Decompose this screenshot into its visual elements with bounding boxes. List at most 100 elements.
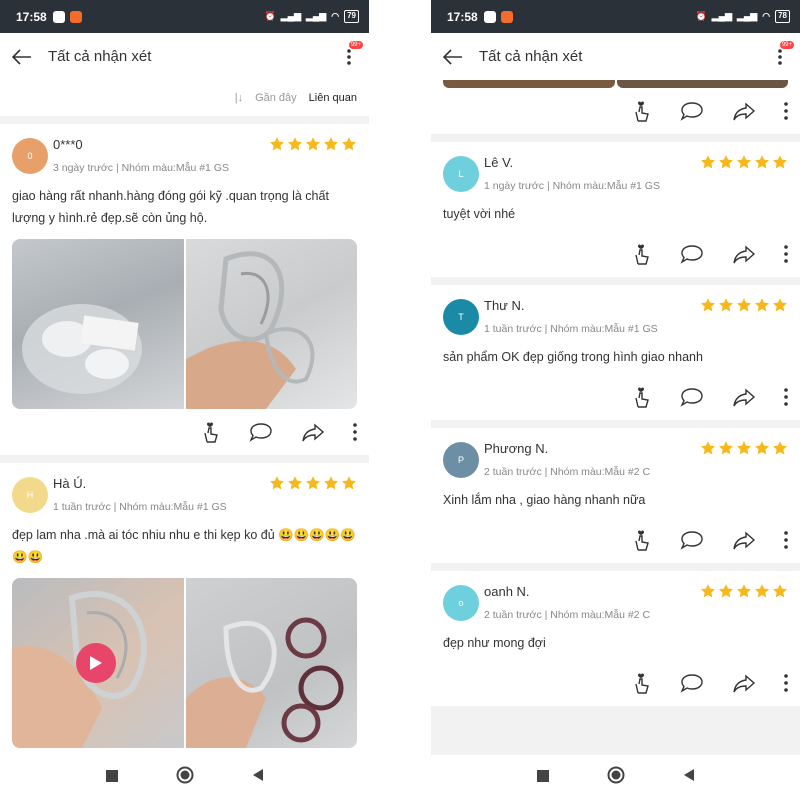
star-rating — [700, 154, 788, 192]
more-options-icon[interactable] — [353, 423, 357, 441]
recents-button[interactable] — [105, 769, 118, 787]
comment-icon[interactable] — [680, 244, 704, 264]
review-text: sản phẩm OK đẹp giống trong hình giao nh… — [443, 350, 703, 364]
review-meta: 2 tuần trước | Nhóm màu:Mẫu #2 C — [484, 466, 651, 478]
comment-icon[interactable] — [249, 422, 273, 442]
review-text: giao hàng rất nhanh.hàng đóng gói kỹ .qu… — [12, 189, 329, 225]
like-hand-icon[interactable] — [632, 243, 652, 265]
wifi-icon: ◠ — [331, 11, 340, 21]
share-icon[interactable] — [732, 530, 756, 550]
signal-icon: ▂▄▆ — [711, 11, 732, 21]
review-actions — [431, 88, 800, 134]
more-options-icon[interactable] — [784, 674, 788, 692]
share-icon[interactable] — [301, 422, 325, 442]
reviewer-name: Phương N. — [484, 441, 549, 456]
like-hand-icon[interactable] — [632, 529, 652, 551]
status-bar: 17:58 ⏰ ▂▄▆ ▂▄▆ ◠ 78 — [431, 0, 800, 33]
share-icon[interactable] — [732, 244, 756, 264]
star-icon — [718, 440, 734, 478]
star-icon — [700, 154, 716, 192]
more-menu-button[interactable]: 99+ — [760, 33, 800, 80]
share-icon[interactable] — [732, 673, 756, 693]
sort-order-icon[interactable]: |↓ — [235, 92, 243, 104]
reviewer-name: Hà Ú. — [53, 476, 87, 491]
more-menu-button[interactable]: 99+ — [329, 33, 369, 80]
home-button[interactable] — [176, 766, 194, 789]
back-button[interactable] — [252, 768, 264, 787]
page-title: Tất cả nhận xét — [479, 48, 583, 65]
review-photo[interactable] — [443, 80, 615, 88]
app-notification-icon — [500, 10, 513, 23]
review-meta: 2 tuần trước | Nhóm màu:Mẫu #2 C — [484, 609, 651, 621]
review-card: o oanh N. 2 tuần trước | Nhóm màu:Mẫu #2… — [431, 571, 800, 706]
play-video-button[interactable] — [76, 643, 116, 683]
notification-badge: 99+ — [779, 41, 794, 49]
review-meta: 1 ngày trước | Nhóm màu:Mẫu #1 GS — [484, 180, 660, 192]
review-photo[interactable] — [185, 239, 357, 409]
share-icon[interactable] — [732, 101, 756, 121]
back-arrow-icon[interactable] — [431, 33, 475, 80]
review-actions — [431, 374, 800, 420]
star-icon — [700, 297, 716, 335]
star-rating — [269, 136, 357, 174]
avatar: 0 — [12, 138, 48, 174]
review-video[interactable] — [12, 578, 184, 748]
star-icon — [754, 297, 770, 335]
review-photo[interactable] — [616, 80, 788, 88]
review-photo[interactable] — [185, 578, 357, 748]
comment-icon[interactable] — [680, 387, 704, 407]
avatar: L — [443, 156, 479, 192]
star-icon — [341, 475, 357, 513]
more-options-icon[interactable] — [784, 245, 788, 263]
comment-icon[interactable] — [680, 530, 704, 550]
more-options-icon[interactable] — [784, 388, 788, 406]
status-time: 17:58 — [447, 9, 478, 24]
system-nav-bar — [0, 755, 369, 800]
star-icon — [718, 154, 734, 192]
reviewer-name: Lê V. — [484, 155, 514, 170]
review-photos — [12, 239, 357, 409]
share-icon[interactable] — [732, 387, 756, 407]
avatar: T — [443, 299, 479, 335]
sort-recent-tab[interactable]: Gần đây — [255, 92, 297, 104]
signal-icon-2: ▂▄▆ — [306, 11, 327, 21]
star-icon — [772, 583, 788, 621]
notification-icon — [483, 10, 496, 23]
star-icon — [772, 297, 788, 335]
star-icon — [305, 136, 321, 174]
review-actions — [0, 748, 369, 755]
like-hand-icon[interactable] — [632, 672, 652, 694]
star-icon — [718, 297, 734, 335]
review-photo[interactable] — [12, 239, 184, 409]
comment-icon[interactable] — [680, 673, 704, 693]
reviewer-name: oanh N. — [484, 584, 530, 599]
review-text: đẹp lam nha .mà ai tóc nhiu nhu e thi kẹ… — [12, 528, 356, 564]
reviewer-name: 0***0 — [53, 137, 83, 152]
avatar: P — [443, 442, 479, 478]
star-rating — [700, 583, 788, 621]
avatar: o — [443, 585, 479, 621]
notification-badge: 99+ — [348, 41, 363, 49]
like-hand-icon[interactable] — [632, 100, 652, 122]
like-hand-icon[interactable] — [201, 421, 221, 443]
more-options-icon[interactable] — [784, 531, 788, 549]
home-button[interactable] — [607, 766, 625, 789]
reviews-list: L Lê V. 1 ngày trước | Nhóm màu:Mẫu #1 G… — [431, 80, 800, 755]
back-button[interactable] — [683, 768, 695, 787]
right-screen: 17:58 ⏰ ▂▄▆ ▂▄▆ ◠ 78 Tất cả nhận xét 99+ — [431, 0, 800, 800]
review-meta: 1 tuần trước | Nhóm màu:Mẫu #1 GS — [53, 501, 227, 513]
sort-relevant-tab[interactable]: Liên quan — [309, 92, 357, 104]
review-actions — [431, 517, 800, 563]
wifi-icon: ◠ — [762, 11, 771, 21]
alarm-icon: ⏰ — [264, 11, 276, 21]
more-options-icon[interactable] — [784, 102, 788, 120]
recents-button[interactable] — [536, 769, 549, 787]
back-arrow-icon[interactable] — [0, 33, 44, 80]
review-card: T Thư N. 1 tuần trước | Nhóm màu:Mẫu #1 … — [431, 285, 800, 420]
status-time: 17:58 — [16, 9, 47, 24]
star-icon — [754, 583, 770, 621]
review-actions — [431, 660, 800, 706]
star-icon — [772, 440, 788, 478]
like-hand-icon[interactable] — [632, 386, 652, 408]
comment-icon[interactable] — [680, 101, 704, 121]
